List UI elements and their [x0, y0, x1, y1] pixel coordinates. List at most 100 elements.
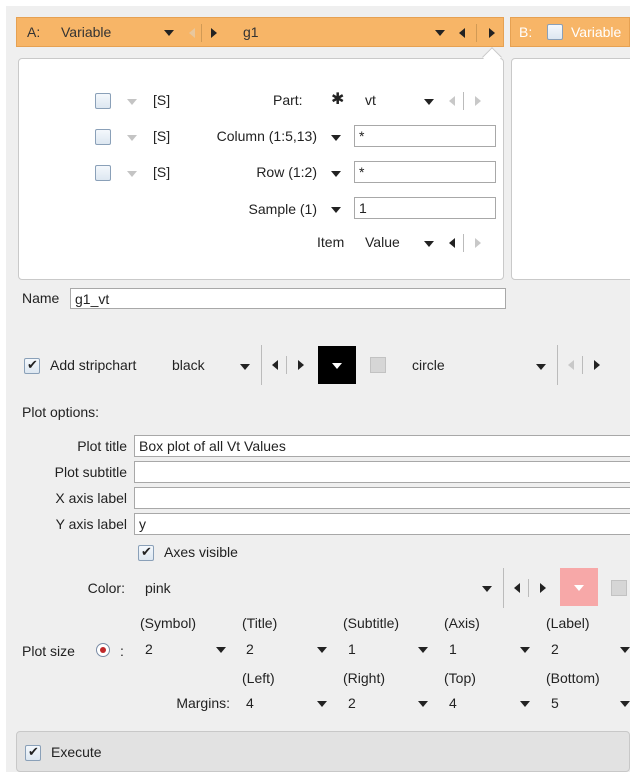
separator	[503, 568, 504, 608]
arrow-left-icon[interactable]	[514, 583, 520, 593]
chevron-down-icon[interactable]	[435, 30, 445, 36]
tab-b-label: Variable	[571, 24, 622, 40]
separator	[261, 345, 262, 385]
chevron-down-icon[interactable]	[216, 647, 226, 653]
chevron-down-icon[interactable]	[424, 99, 434, 105]
tab-variable-b[interactable]: B: Variable	[510, 17, 630, 47]
sample-input[interactable]: 1	[354, 197, 496, 219]
arrow-left-icon[interactable]	[449, 238, 455, 248]
symbol-value[interactable]: circle	[412, 357, 445, 373]
plot-title-input[interactable]: Box plot of all Vt Values	[134, 435, 630, 457]
size-header-label: (Label)	[546, 615, 590, 631]
selector-panel-b	[511, 58, 630, 280]
part-label: Part:	[273, 92, 303, 108]
plot-subtitle-input[interactable]	[134, 461, 630, 483]
chevron-down-icon[interactable]	[317, 701, 327, 707]
margin-header-right: (Right)	[343, 670, 386, 686]
chevron-down-icon[interactable]	[331, 171, 341, 177]
chevron-down-icon[interactable]	[240, 364, 250, 370]
separator	[463, 234, 464, 252]
color-picker-icon[interactable]	[611, 580, 627, 596]
margin-header-bottom: (Bottom)	[546, 670, 600, 686]
size-title-value[interactable]: 2	[246, 641, 254, 657]
chevron-down-icon[interactable]	[482, 586, 492, 592]
separator	[201, 24, 202, 42]
separator	[286, 356, 287, 374]
stripchart-checkbox[interactable]	[24, 357, 40, 374]
row-input[interactable]: *	[354, 161, 496, 183]
size-subtitle-value[interactable]: 1	[348, 641, 356, 657]
plot-title-label: Plot title	[77, 438, 127, 454]
plot-size-radio[interactable]	[96, 643, 110, 657]
plot-color-swatch-button[interactable]	[560, 568, 598, 606]
chevron-down-icon[interactable]	[620, 647, 630, 653]
arrow-left-icon[interactable]	[272, 360, 278, 370]
chevron-down-icon[interactable]	[127, 99, 137, 105]
part-checkbox[interactable]	[95, 93, 111, 109]
separator	[557, 345, 558, 385]
stripchart-color-value[interactable]: black	[172, 357, 205, 373]
color-swatch-button[interactable]	[318, 346, 356, 384]
chevron-down-icon[interactable]	[520, 701, 530, 707]
color-label: Color:	[87, 580, 125, 596]
tab-variable-a[interactable]: A: Variable g1	[16, 17, 504, 47]
x-axis-input[interactable]	[134, 487, 630, 509]
column-input[interactable]: *	[354, 125, 496, 147]
column-checkbox[interactable]	[95, 129, 111, 145]
size-axis-value[interactable]: 1	[449, 641, 457, 657]
row-checkbox[interactable]	[95, 165, 111, 181]
chevron-down-icon[interactable]	[331, 207, 341, 213]
y-axis-input[interactable]: y	[134, 513, 630, 535]
size-header-title: (Title)	[242, 615, 278, 631]
s-label: [S]	[153, 92, 171, 108]
chevron-down-icon[interactable]	[127, 135, 137, 141]
chevron-down-icon[interactable]	[317, 647, 327, 653]
chevron-down-icon[interactable]	[127, 171, 137, 177]
margin-header-top: (Top)	[444, 670, 476, 686]
chevron-down-icon[interactable]	[164, 30, 174, 36]
arrow-left-icon[interactable]	[568, 360, 574, 370]
arrow-right-icon[interactable]	[489, 28, 495, 38]
margin-bottom-value[interactable]: 5	[551, 695, 559, 711]
arrow-right-icon[interactable]	[475, 96, 481, 106]
row-label: Row (1:2)	[256, 164, 317, 180]
chevron-down-icon[interactable]	[418, 647, 428, 653]
separator	[463, 92, 464, 110]
plot-subtitle-label: Plot subtitle	[54, 464, 127, 480]
execute-checkbox[interactable]	[25, 744, 41, 761]
chevron-down-icon[interactable]	[331, 135, 341, 141]
chevron-down-icon[interactable]	[620, 701, 630, 707]
arrow-left-icon[interactable]	[189, 28, 195, 38]
chevron-down-icon	[332, 363, 342, 369]
arrow-right-icon[interactable]	[594, 360, 600, 370]
chevron-down-icon[interactable]	[418, 701, 428, 707]
part-value[interactable]: vt	[365, 92, 376, 108]
item-value[interactable]: Value	[365, 234, 400, 250]
size-label-value[interactable]: 2	[551, 641, 559, 657]
tab-b-checkbox[interactable]	[547, 24, 563, 40]
tab-a-value: g1	[243, 24, 259, 40]
axes-visible-checkbox[interactable]	[138, 544, 154, 561]
margin-left-value[interactable]: 4	[246, 695, 254, 711]
margin-right-value[interactable]: 2	[348, 695, 356, 711]
arrow-left-icon[interactable]	[459, 28, 465, 38]
margin-top-value[interactable]: 4	[449, 695, 457, 711]
filter-icon[interactable]: ✱	[331, 89, 344, 109]
arrow-right-icon[interactable]	[298, 360, 304, 370]
size-header-symbol: (Symbol)	[140, 615, 197, 631]
chevron-down-icon[interactable]	[520, 647, 530, 653]
size-header-subtitle: (Subtitle)	[343, 615, 400, 631]
chevron-down-icon[interactable]	[536, 364, 546, 370]
arrow-right-icon[interactable]	[540, 583, 546, 593]
arrow-left-icon[interactable]	[449, 96, 455, 106]
size-symbol-value[interactable]: 2	[145, 641, 153, 657]
selector-panel-a: [S] Part: ✱ vt [S] Column (1:5,13) * [S]…	[18, 47, 504, 280]
chevron-down-icon[interactable]	[424, 241, 434, 247]
name-input[interactable]: g1_vt	[70, 288, 506, 309]
plot-size-colon: :	[120, 643, 124, 659]
color-value[interactable]: pink	[145, 580, 171, 596]
arrow-right-icon[interactable]	[211, 28, 217, 38]
s-label: [S]	[153, 164, 171, 180]
color-picker-icon[interactable]	[370, 357, 386, 373]
arrow-right-icon[interactable]	[475, 238, 481, 248]
